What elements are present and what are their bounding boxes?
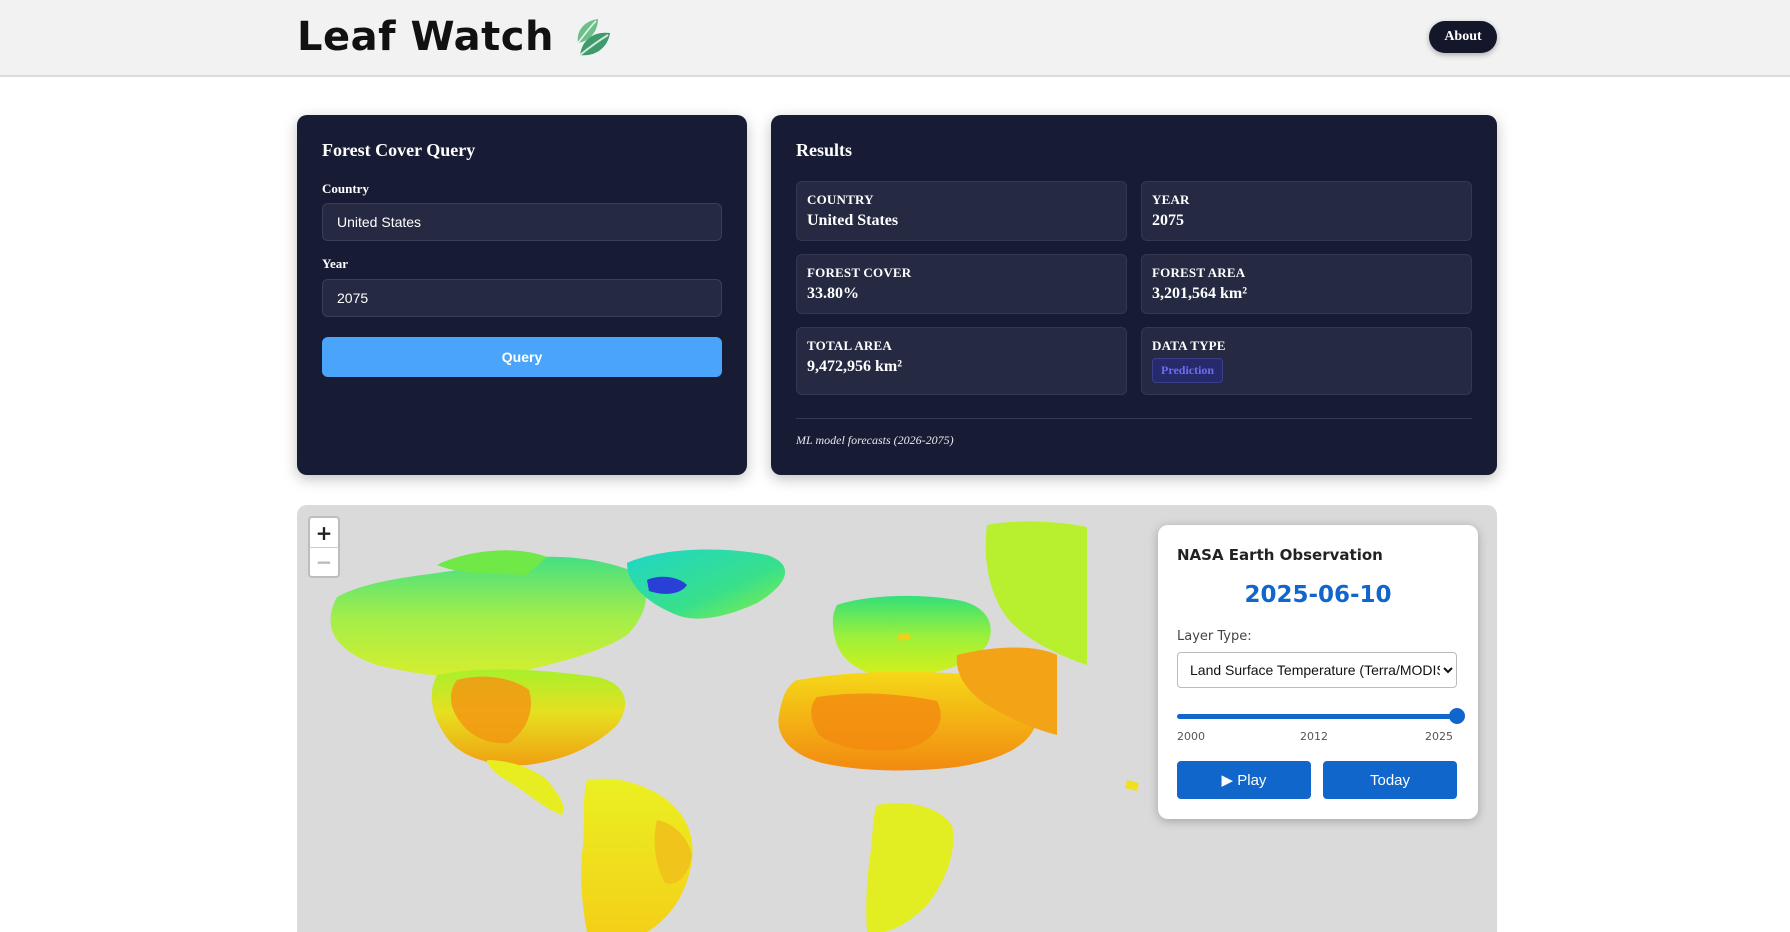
slider-fill bbox=[1177, 714, 1457, 719]
result-forest-area: FOREST AREA 3,201,564 km² bbox=[1141, 254, 1472, 314]
result-forest-cover: FOREST COVER 33.80% bbox=[796, 254, 1127, 314]
country-label: Country bbox=[322, 181, 369, 196]
result-label: FOREST COVER bbox=[807, 265, 912, 280]
result-label: TOTAL AREA bbox=[807, 338, 892, 353]
layer-type-label: Layer Type: bbox=[1177, 629, 1252, 644]
play-button[interactable]: ▶ Play bbox=[1177, 761, 1311, 799]
divider bbox=[796, 418, 1472, 419]
prediction-badge: Prediction bbox=[1152, 358, 1224, 383]
zoom-out-button[interactable]: − bbox=[310, 547, 338, 576]
results-footnote: ML model forecasts (2026-2075) bbox=[796, 433, 954, 447]
leaf-icon bbox=[574, 15, 616, 59]
zoom-control: + − bbox=[308, 516, 340, 578]
observation-date: 2025-06-10 bbox=[1244, 582, 1392, 608]
result-value: 33.80% bbox=[807, 285, 859, 302]
result-label: DATA TYPE bbox=[1152, 338, 1226, 353]
nasa-earth-observation-panel: NASA Earth Observation 2025-06-10 Layer … bbox=[1158, 525, 1478, 819]
result-value: United States bbox=[807, 212, 899, 229]
result-year: YEAR 2075 bbox=[1141, 181, 1472, 241]
slider-tick-start: 2000 bbox=[1177, 730, 1205, 743]
results-card-title: Results bbox=[796, 140, 853, 160]
result-data-type: DATA TYPE Prediction bbox=[1141, 327, 1472, 395]
result-value: 9,472,956 km² bbox=[807, 358, 903, 375]
today-button[interactable]: Today bbox=[1323, 761, 1457, 799]
slider-thumb[interactable] bbox=[1449, 708, 1465, 724]
result-value: 2075 bbox=[1152, 212, 1184, 229]
year-label: Year bbox=[322, 256, 348, 271]
result-country: COUNTRY United States bbox=[796, 181, 1127, 241]
query-button[interactable]: Query bbox=[322, 337, 722, 377]
layer-type-select[interactable]: Land Surface Temperature (Terra/MODIS) bbox=[1177, 652, 1457, 688]
year-input[interactable] bbox=[322, 279, 722, 317]
slider-tick-end: 2025 bbox=[1425, 730, 1453, 743]
brand: Leaf Watch bbox=[297, 14, 616, 60]
about-button[interactable]: About bbox=[1429, 21, 1497, 53]
result-label: FOREST AREA bbox=[1152, 265, 1246, 280]
result-label: YEAR bbox=[1152, 192, 1190, 207]
result-value: 3,201,564 km² bbox=[1152, 285, 1248, 302]
year-slider[interactable] bbox=[1177, 708, 1465, 724]
query-card-title: Forest Cover Query bbox=[322, 140, 476, 160]
app-title: Leaf Watch bbox=[297, 14, 554, 60]
top-bar: Leaf Watch About bbox=[0, 0, 1790, 77]
zoom-in-button[interactable]: + bbox=[310, 518, 338, 547]
results-card: Results COUNTRY United States YEAR 2075 … bbox=[771, 115, 1497, 475]
nasa-panel-title: NASA Earth Observation bbox=[1177, 546, 1383, 564]
result-label: COUNTRY bbox=[807, 192, 874, 207]
country-input[interactable] bbox=[322, 203, 722, 241]
result-total-area: TOTAL AREA 9,472,956 km² bbox=[796, 327, 1127, 395]
forest-cover-query-card: Forest Cover Query Country Year Query bbox=[297, 115, 747, 475]
slider-tick-mid: 2012 bbox=[1300, 730, 1328, 743]
